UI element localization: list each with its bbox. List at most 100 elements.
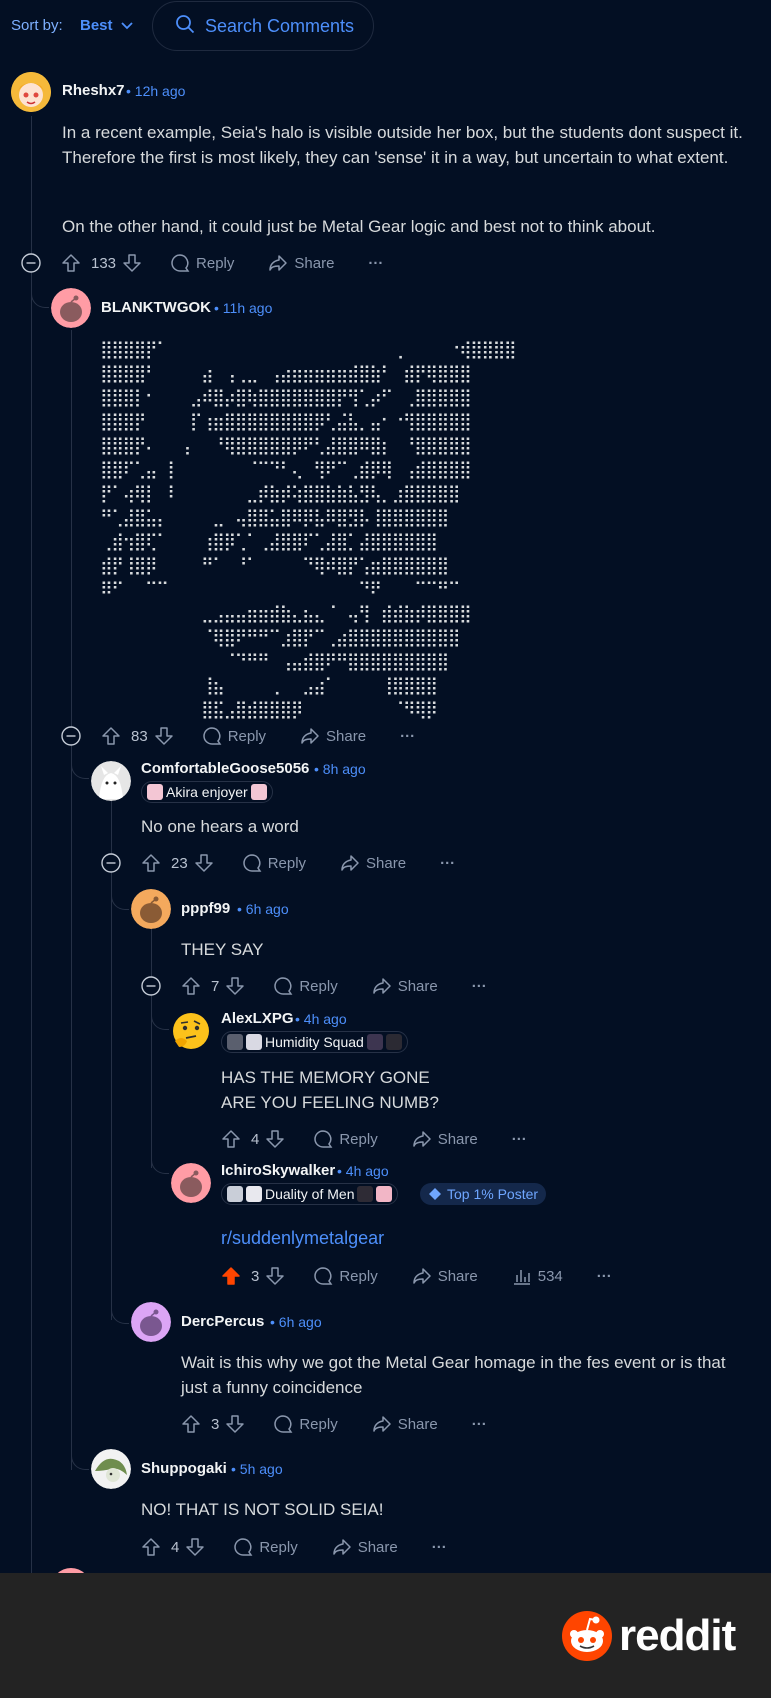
upvote-filled-icon — [222, 1267, 240, 1285]
downvote-button[interactable] — [122, 253, 142, 273]
comment-icon — [314, 1130, 333, 1148]
upvote-button[interactable] — [141, 853, 161, 873]
comment-icon — [203, 727, 222, 745]
avatar[interactable] — [171, 1163, 211, 1203]
downvote-button[interactable] — [265, 1266, 285, 1286]
share-button[interactable]: Share — [372, 976, 438, 996]
collapse-button[interactable] — [21, 253, 41, 278]
flair-text: Duality of Men — [265, 1186, 355, 1202]
timestamp[interactable]: • 6h ago — [237, 901, 289, 917]
avatar[interactable] — [171, 1011, 211, 1051]
user-flair: Akira enjoyer — [141, 781, 273, 803]
upvote-button[interactable] — [61, 253, 81, 273]
upvote-button[interactable] — [141, 1537, 161, 1557]
reply-label: Reply — [299, 1415, 338, 1433]
username[interactable]: ComfortableGoose5056 — [141, 760, 309, 777]
more-options-button[interactable]: ··· — [368, 255, 383, 272]
more-options-button[interactable]: ··· — [432, 1539, 447, 1556]
more-options-button[interactable]: ··· — [512, 1131, 527, 1148]
username[interactable]: AlexLXPG — [221, 1010, 294, 1027]
downvote-button[interactable] — [185, 1537, 205, 1557]
reply-button[interactable]: Reply — [273, 976, 338, 996]
share-button[interactable]: Share — [268, 253, 334, 273]
upvote-button[interactable] — [101, 726, 121, 746]
flair-emoji-icon — [147, 784, 163, 800]
reply-button[interactable]: Reply — [170, 253, 234, 273]
username[interactable]: BLANKTWGOK — [101, 299, 211, 316]
vote-count: 4 — [171, 1538, 180, 1556]
share-icon — [341, 855, 359, 871]
downvote-icon — [123, 254, 141, 272]
share-button[interactable]: Share — [412, 1266, 478, 1286]
more-options-button[interactable]: ··· — [472, 1416, 487, 1433]
share-button[interactable]: Share — [332, 1537, 398, 1557]
timestamp[interactable]: • 11h ago — [214, 300, 272, 316]
downvote-button[interactable] — [225, 1414, 245, 1434]
downvote-button[interactable] — [265, 1129, 285, 1149]
reply-button[interactable]: Reply — [313, 1129, 378, 1149]
username[interactable]: Rheshx7 — [62, 82, 125, 99]
sort-dropdown[interactable]: Best — [80, 17, 133, 34]
username[interactable]: pppf99 — [181, 900, 230, 917]
avatar[interactable] — [51, 288, 91, 328]
share-button[interactable]: Share — [300, 726, 366, 746]
collapse-button[interactable] — [141, 976, 161, 1001]
timestamp[interactable]: • 4h ago — [337, 1163, 389, 1179]
downvote-button[interactable] — [154, 726, 174, 746]
avatar[interactable] — [91, 761, 131, 801]
collapse-button[interactable] — [61, 726, 81, 751]
upvote-button[interactable] — [181, 1414, 201, 1434]
share-icon — [301, 728, 319, 744]
downvote-button[interactable] — [194, 853, 214, 873]
snoo-avatar-icon — [171, 1163, 211, 1203]
vote-count: 133 — [91, 254, 117, 272]
more-options-button[interactable]: ··· — [440, 855, 455, 872]
vote-count: 7 — [211, 977, 220, 995]
timestamp[interactable]: • 6h ago — [270, 1314, 322, 1330]
reply-button[interactable]: Reply — [242, 853, 306, 873]
upvote-button[interactable] — [221, 1129, 241, 1149]
reply-button[interactable]: Reply — [273, 1414, 338, 1434]
flair-emoji-icon — [250, 784, 267, 800]
subreddit-link[interactable]: r/suddenlymetalgear — [221, 1228, 384, 1249]
search-placeholder: Search Comments — [205, 15, 355, 36]
reply-button[interactable]: Reply — [313, 1266, 378, 1286]
timestamp[interactable]: • 4h ago — [295, 1011, 347, 1027]
comment-body: No one hears a word — [141, 817, 299, 836]
comment-icon — [274, 977, 293, 995]
more-options-button[interactable]: ··· — [597, 1268, 612, 1285]
username[interactable]: DercPercus — [181, 1313, 264, 1330]
action-bar: 7 Reply Share ··· — [181, 973, 487, 999]
reply-button[interactable]: Reply — [202, 726, 266, 746]
share-button[interactable]: Share — [412, 1129, 478, 1149]
share-button[interactable]: Share — [372, 1414, 438, 1434]
upvote-button[interactable] — [181, 976, 201, 996]
sort-value: Best — [80, 17, 113, 34]
more-options-button[interactable]: ··· — [400, 728, 415, 745]
comment-icon — [274, 1415, 293, 1433]
avatar[interactable] — [11, 72, 51, 112]
avatar[interactable] — [131, 889, 171, 929]
thread-line[interactable] — [71, 330, 72, 1470]
more-options-button[interactable]: ··· — [472, 978, 487, 995]
thread-line[interactable] — [31, 116, 32, 1573]
username[interactable]: Shuppogaki — [141, 1460, 227, 1477]
downvote-button[interactable] — [225, 976, 245, 996]
username[interactable]: IchiroSkywalker — [221, 1162, 335, 1179]
collapse-button[interactable] — [101, 853, 121, 878]
search-comments-input[interactable]: Search Comments — [152, 1, 374, 51]
action-bar: 4 Reply Share ··· — [141, 1534, 447, 1560]
insights-button[interactable]: 534 — [512, 1266, 563, 1286]
thread-line[interactable] — [151, 928, 152, 1168]
comment-body: THEY SAY — [181, 940, 264, 959]
thread-line[interactable] — [111, 800, 112, 1320]
avatar[interactable] — [131, 1302, 171, 1342]
timestamp[interactable]: • 8h ago — [314, 761, 366, 777]
share-button[interactable]: Share — [340, 853, 406, 873]
timestamp[interactable]: • 12h ago — [126, 83, 185, 99]
sort-label: Sort by: — [11, 17, 63, 34]
avatar[interactable] — [91, 1449, 131, 1489]
timestamp[interactable]: • 5h ago — [231, 1461, 283, 1477]
reply-button[interactable]: Reply — [233, 1537, 298, 1557]
upvote-button[interactable] — [221, 1266, 241, 1286]
